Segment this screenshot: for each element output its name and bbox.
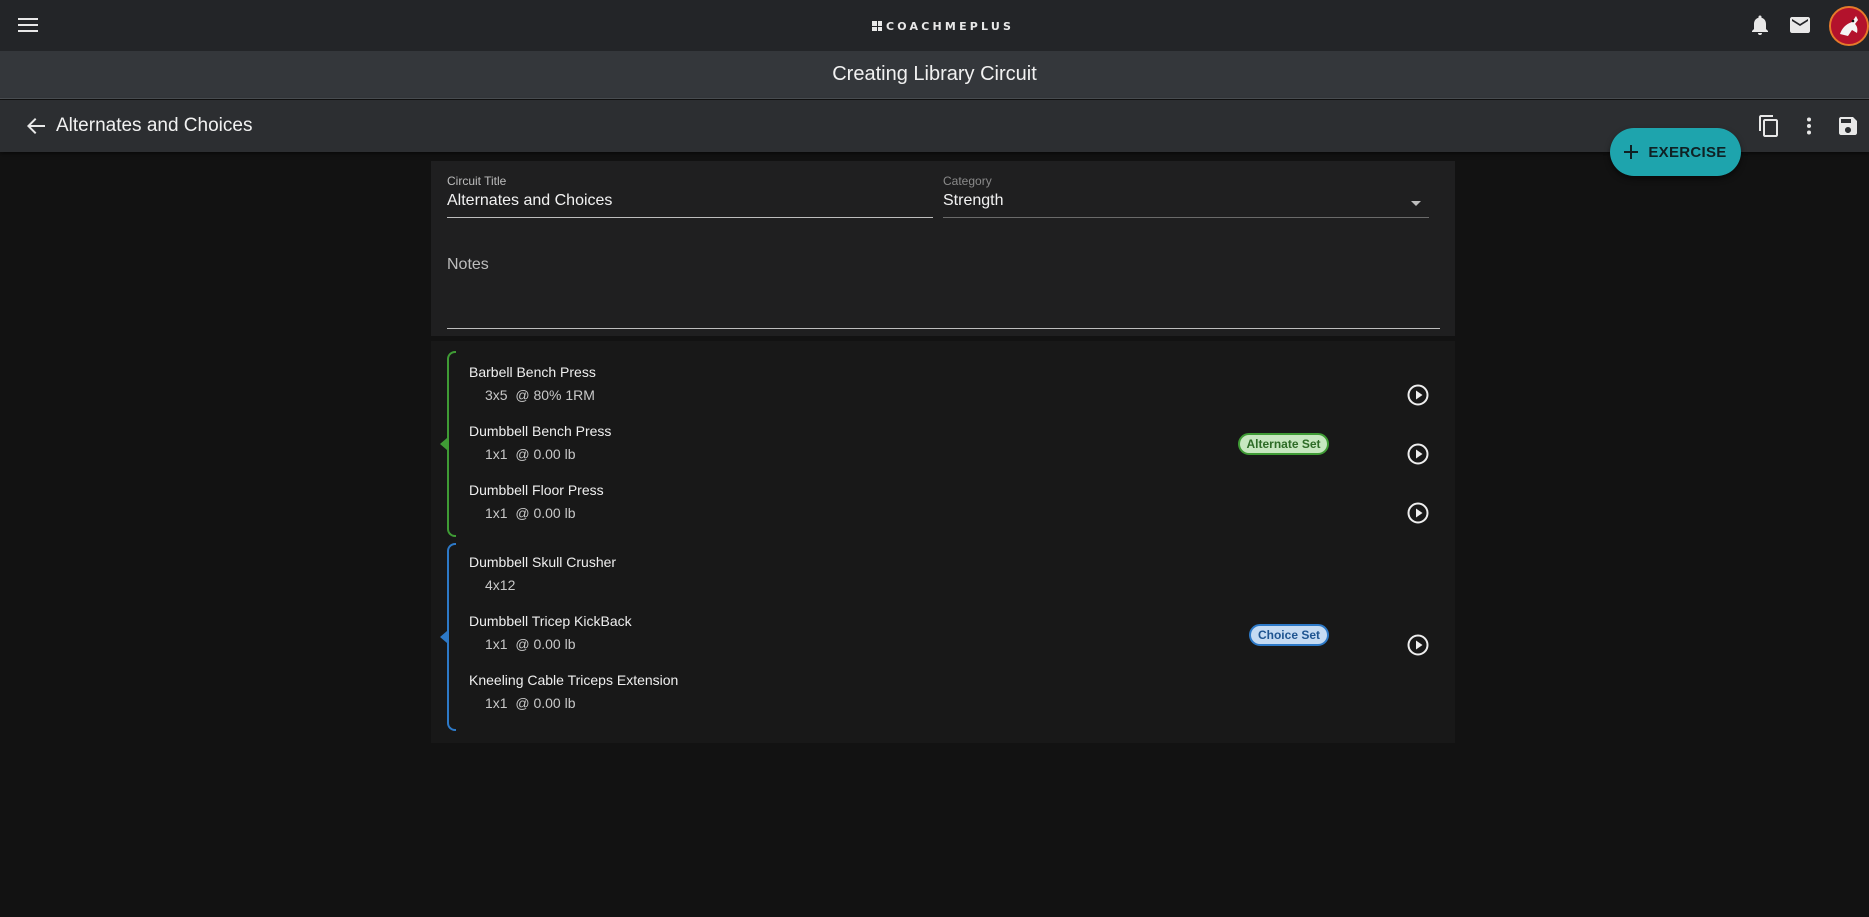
category-underline: [943, 217, 1429, 218]
mail-icon[interactable]: [1785, 10, 1815, 40]
choice-set-bracket: [447, 543, 456, 731]
choice-set-arrow-icon: [440, 631, 447, 643]
play-video-icon[interactable]: [1406, 501, 1430, 525]
circuit-title-underline: [447, 217, 933, 218]
notes-label: Notes: [447, 256, 489, 273]
choice-set-group: Dumbbell Skull Crusher 4x12 Dumbbell Tri…: [440, 543, 1447, 731]
play-video-icon[interactable]: [1406, 442, 1430, 466]
alternate-set-group: Barbell Bench Press 3x5 @ 80% 1RM Dumbbe…: [440, 351, 1447, 537]
circuit-title-label: Circuit Title: [447, 174, 507, 188]
coachmeplus-logo[interactable]: COACHMEPLUS: [872, 19, 1014, 33]
category-select[interactable]: Category Strength: [943, 174, 1429, 218]
exercise-prescription: 4x12: [485, 577, 516, 593]
alternate-set-badge: Alternate Set: [1238, 433, 1329, 455]
exercise-prescription: 1x1 @ 0.00 lb: [485, 446, 576, 462]
circuit-title-field[interactable]: Circuit Title Alternates and Choices: [447, 174, 933, 218]
menu-icon[interactable]: [12, 9, 44, 41]
add-exercise-button[interactable]: EXERCISE: [1610, 128, 1741, 176]
exercise-prescription: 1x1 @ 0.00 lb: [485, 636, 576, 652]
alternate-set-arrow-icon: [440, 438, 447, 450]
list-item[interactable]: Dumbbell Floor Press 1x1 @ 0.00 lb: [469, 482, 604, 521]
exercise-prescription: 1x1 @ 0.00 lb: [485, 505, 576, 521]
circuit-form: Circuit Title Alternates and Choices Cat…: [431, 161, 1455, 336]
list-item[interactable]: Dumbbell Skull Crusher 4x12: [469, 554, 616, 593]
dropdown-arrow-icon[interactable]: [1411, 201, 1421, 206]
exercise-list: Barbell Bench Press 3x5 @ 80% 1RM Dumbbe…: [431, 341, 1455, 743]
page-title-bar: Creating Library Circuit: [0, 51, 1869, 99]
plus-icon: [1624, 145, 1639, 159]
category-value[interactable]: Strength: [943, 192, 1429, 210]
alternate-set-bracket: [447, 351, 456, 537]
add-exercise-label: EXERCISE: [1648, 143, 1727, 161]
circuit-name-heading: Alternates and Choices: [56, 115, 253, 136]
copy-icon[interactable]: [1755, 110, 1783, 142]
list-item[interactable]: Kneeling Cable Triceps Extension 1x1 @ 0…: [469, 672, 678, 711]
play-video-icon[interactable]: [1406, 633, 1430, 657]
notes-field[interactable]: Notes: [447, 256, 1440, 329]
exercise-name: Dumbbell Floor Press: [469, 482, 604, 498]
exercise-name: Kneeling Cable Triceps Extension: [469, 672, 679, 688]
list-item[interactable]: Dumbbell Tricep KickBack 1x1 @ 0.00 lb: [469, 613, 632, 652]
exercise-prescription: 1x1 @ 0.00 lb: [485, 695, 576, 711]
more-vert-icon[interactable]: [1795, 110, 1823, 142]
logo-text: COACHMEPLUS: [886, 19, 1015, 33]
category-label: Category: [943, 174, 992, 188]
back-arrow-icon[interactable]: [20, 110, 52, 142]
save-icon[interactable]: [1834, 110, 1862, 142]
circuit-title-input[interactable]: Alternates and Choices: [447, 192, 933, 210]
play-video-icon[interactable]: [1406, 383, 1430, 407]
list-item[interactable]: Barbell Bench Press 3x5 @ 80% 1RM: [469, 364, 596, 403]
exercise-name: Dumbbell Skull Crusher: [469, 554, 617, 570]
notes-underline: [447, 328, 1440, 329]
circuit-toolbar: Alternates and Choices: [0, 100, 1869, 152]
logo-mark-icon: [872, 21, 882, 31]
user-avatar[interactable]: [1829, 6, 1869, 46]
exercise-name: Dumbbell Tricep KickBack: [469, 613, 632, 629]
choice-set-badge: Choice Set: [1249, 624, 1329, 646]
top-app-bar: COACHMEPLUS: [0, 0, 1869, 51]
bell-icon[interactable]: [1745, 10, 1775, 40]
exercise-prescription: 3x5 @ 80% 1RM: [485, 387, 595, 403]
exercise-name: Barbell Bench Press: [469, 364, 596, 380]
list-item[interactable]: Dumbbell Bench Press 1x1 @ 0.00 lb: [469, 423, 611, 462]
exercise-name: Dumbbell Bench Press: [469, 423, 612, 439]
page-title: Creating Library Circuit: [832, 63, 1037, 85]
mascot-icon: [1831, 8, 1867, 44]
